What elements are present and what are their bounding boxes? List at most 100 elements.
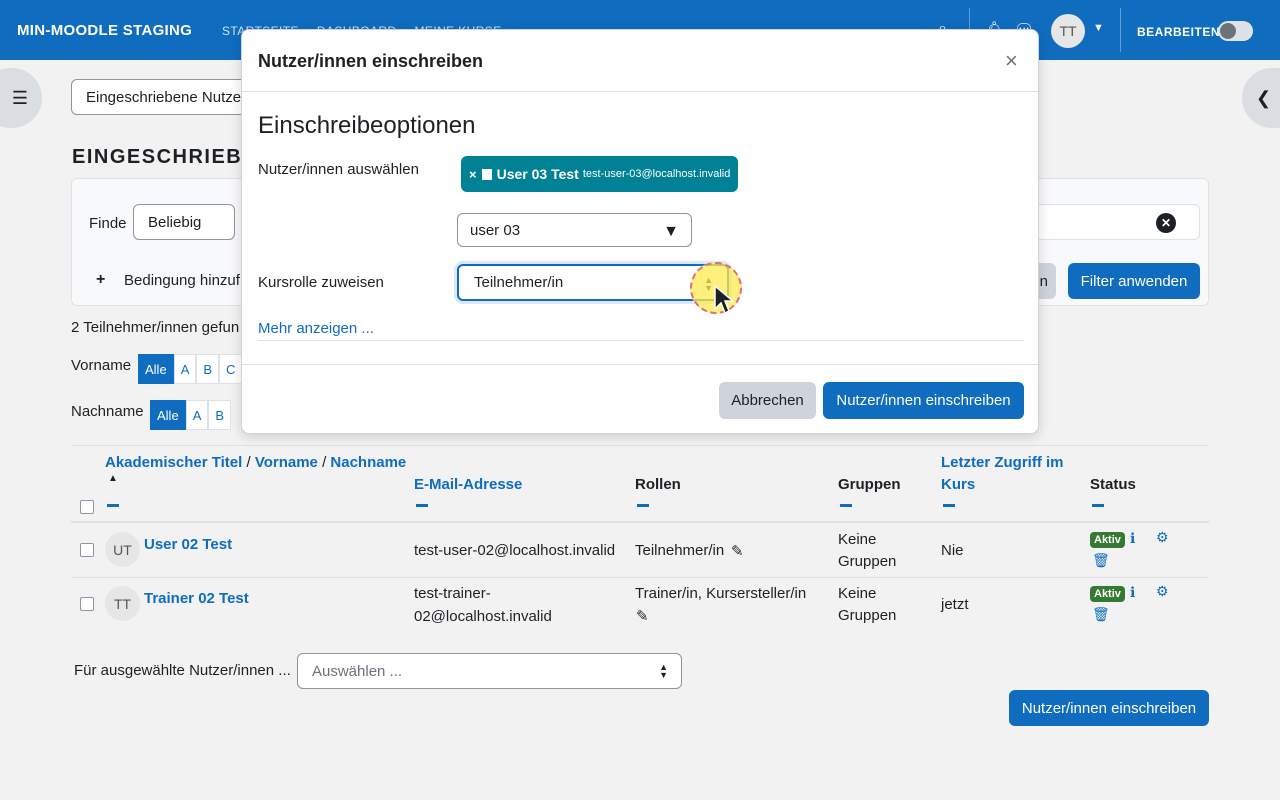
name-column-header: Akademischer Titel / Vorname / Nachname — [105, 454, 407, 471]
participant-roles: Teilnehmer/in — [635, 542, 725, 559]
apply-filter-button[interactable]: Filter anwenden — [1068, 263, 1200, 299]
submit-enrol-button[interactable]: Nutzer/innen einschreiben — [823, 382, 1024, 419]
bulk-action-select[interactable]: Auswählen ... ▲ ▼ — [297, 653, 682, 689]
edit-mode-toggle[interactable] — [1218, 21, 1253, 41]
firstname-initial-b[interactable]: B — [196, 354, 220, 384]
trash-icon[interactable]: 🗑︎ — [1092, 606, 1110, 623]
cancel-button[interactable]: Abbrechen — [719, 382, 816, 419]
participant-name-link[interactable]: Trainer 02 Test — [144, 590, 249, 607]
status-badge: Aktiv — [1090, 532, 1125, 548]
participant-count: 2 Teilnehmer/innen gefun — [71, 319, 240, 336]
block-drawer-toggle[interactable]: ❮ — [1242, 68, 1280, 128]
row-checkbox[interactable] — [80, 597, 94, 611]
email-column-header[interactable]: E-Mail-Adresse — [414, 476, 522, 493]
collapse-name-icon[interactable] — [107, 504, 119, 507]
gear-icon[interactable]: ⚙ — [1156, 529, 1169, 546]
row-checkbox[interactable] — [80, 543, 94, 557]
sort-title-link[interactable]: Akademischer Titel — [105, 454, 242, 471]
collapse-groups-icon[interactable] — [840, 504, 852, 507]
nav-divider — [1120, 8, 1121, 52]
chip-user-name: User 03 Test — [496, 166, 579, 182]
roles-column-header: Rollen — [635, 476, 681, 493]
remove-filter-icon[interactable]: ✕ — [1156, 213, 1176, 233]
table-row: UT User 02 Test test-user-02@localhost.i… — [71, 523, 1209, 577]
avatar: UT — [105, 532, 140, 567]
participant-last-access: Nie — [941, 542, 964, 559]
modal-header: Nutzer/innen einschreiben × — [242, 30, 1038, 92]
select-updown-icon: ▲▼ — [659, 662, 668, 680]
participant-name-link[interactable]: User 02 Test — [144, 536, 232, 553]
status-column-header: Status — [1090, 476, 1136, 493]
user-picture-icon — [481, 168, 492, 180]
info-icon[interactable]: ℹ — [1130, 584, 1135, 601]
participant-email: test-user-02@localhost.invalid — [414, 542, 616, 559]
sort-asc-icon: ▲ — [108, 473, 118, 484]
collapse-roles-icon[interactable] — [637, 504, 649, 507]
course-role-select[interactable]: Teilnehmer/in ▲▼ — [457, 264, 729, 301]
lastname-initial-b[interactable]: B — [208, 400, 232, 430]
avatar: TT — [105, 586, 140, 621]
lastname-initials-bar: Alle A B — [150, 400, 232, 430]
last-access-column-header[interactable]: Letzter Zugriff im — [941, 454, 1064, 471]
course-role-label: Kursrolle zuweisen — [258, 274, 384, 291]
firstname-initial-a[interactable]: A — [173, 354, 197, 384]
firstname-filter-label: Vorname — [71, 357, 132, 374]
divider — [258, 340, 1024, 341]
select-all-checkbox[interactable] — [80, 500, 94, 514]
plus-icon[interactable]: + — [96, 271, 105, 289]
sort-lastname-link[interactable]: Nachname — [330, 454, 406, 471]
gear-icon[interactable]: ⚙ — [1156, 583, 1169, 600]
site-brand[interactable]: MIN-MOODLE STAGING — [17, 22, 192, 39]
groups-column-header: Gruppen — [838, 476, 901, 493]
lastname-initial-all[interactable]: Alle — [150, 400, 186, 430]
selected-user-chip: × User 03 Test test-user-03@localhost.in… — [461, 156, 739, 192]
modal-title: Nutzer/innen einschreiben — [258, 51, 484, 71]
participant-last-access: jetzt — [941, 596, 969, 613]
participant-groups: Keine — [838, 531, 877, 548]
participant-roles: Trainer/in, Kursersteller/in — [635, 585, 807, 602]
table-top-border — [71, 445, 1209, 446]
find-label: Finde — [89, 215, 127, 232]
dropdown-arrow-icon[interactable]: ▼ — [663, 223, 679, 241]
modal-footer-divider — [242, 364, 1038, 365]
list-icon: ☰ — [11, 87, 28, 108]
firstname-initial-all[interactable]: Alle — [138, 354, 174, 384]
match-select[interactable]: Beliebig — [133, 204, 235, 240]
firstname-initial-c[interactable]: C — [219, 354, 243, 384]
lastname-initial-a[interactable]: A — [185, 400, 209, 430]
user-avatar[interactable]: TT — [1051, 14, 1085, 48]
participant-groups-line2: Gruppen — [838, 607, 897, 624]
participant-groups-line2: Gruppen — [838, 553, 897, 570]
participant-groups: Keine — [838, 585, 877, 602]
edit-roles-pencil-icon[interactable]: ✎ — [636, 607, 649, 625]
sort-firstname-link[interactable]: Vorname — [255, 454, 318, 471]
bulk-action-label: Für ausgewählte Nutzer/innen ... — [74, 662, 291, 679]
chevron-left-icon: ❮ — [1256, 87, 1272, 108]
status-badge: Aktiv — [1090, 586, 1125, 602]
enrol-users-button[interactable]: Nutzer/innen einschreiben — [1009, 690, 1209, 726]
lastname-filter-label: Nachname — [71, 403, 144, 420]
edit-roles-pencil-icon[interactable]: ✎ — [731, 542, 744, 560]
course-index-toggle[interactable]: ☰ — [0, 68, 42, 128]
trash-icon[interactable]: 🗑︎ — [1092, 552, 1110, 569]
mouse-pointer-icon — [714, 285, 735, 315]
chevron-down-icon[interactable]: ▼ — [1093, 22, 1104, 34]
participant-email-line2: 02@localhost.invalid — [414, 608, 552, 625]
info-icon[interactable]: ℹ — [1130, 530, 1135, 547]
add-condition-link[interactable]: Bedingung hinzuf — [124, 272, 240, 289]
chip-user-email: test-user-03@localhost.invalid — [582, 168, 731, 180]
select-users-label: Nutzer/innen auswählen — [258, 161, 419, 178]
collapse-email-icon[interactable] — [416, 504, 428, 507]
participant-email: test-trainer- — [414, 585, 491, 602]
close-icon[interactable]: × — [1005, 48, 1018, 74]
enrolment-options-heading: Einschreibeoptionen — [258, 112, 476, 139]
collapse-last-access-icon[interactable] — [943, 504, 955, 507]
remove-chip-icon[interactable]: × — [469, 167, 477, 182]
show-more-link[interactable]: Mehr anzeigen ... — [258, 320, 374, 337]
firstname-initials-bar: Alle A B C — [138, 354, 243, 384]
last-access-column-header-line2[interactable]: Kurs — [941, 476, 975, 493]
table-row: TT Trainer 02 Test test-trainer- 02@loca… — [71, 578, 1209, 632]
user-search-input[interactable]: user 03 ▼ — [457, 213, 692, 247]
collapse-status-icon[interactable] — [1092, 504, 1104, 507]
edit-mode-label: BEARBEITEN — [1137, 25, 1221, 39]
